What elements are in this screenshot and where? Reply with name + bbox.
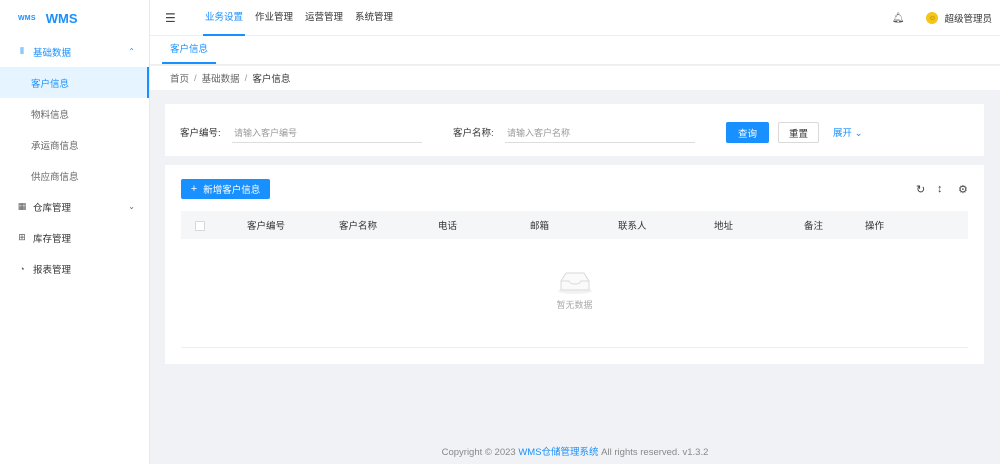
sidebar: WMS WMS ⦀ 基础数据 ⌃ 客户信息 物料信息 承运商信息 供应商信息 ▦… xyxy=(0,0,150,464)
reset-button[interactable]: 重置 xyxy=(778,122,819,143)
chevron-up-icon: ⌃ xyxy=(128,47,135,56)
sidebar-item-inventory[interactable]: ⊞ 库存管理 xyxy=(0,222,149,253)
settings-icon[interactable]: ⚙ xyxy=(958,183,968,196)
breadcrumb-home[interactable]: 首页 xyxy=(170,71,189,85)
column-header[interactable]: 电话 xyxy=(438,218,457,232)
density-icon[interactable]: ↕ xyxy=(937,183,943,195)
sidebar-item-label: 基础数据 xyxy=(33,47,72,59)
column-header[interactable]: 地址 xyxy=(714,218,733,232)
column-header[interactable]: 客户名称 xyxy=(339,218,377,232)
top-menu-item-management[interactable]: 运营管理 xyxy=(299,0,349,36)
avatar[interactable]: ☺ xyxy=(926,12,939,24)
submenu-basic-data: 客户信息 物料信息 承运商信息 供应商信息 xyxy=(0,67,149,191)
column-header[interactable]: 邮箱 xyxy=(530,218,549,232)
sidebar-item-warehouse[interactable]: ▦ 仓库管理 ⌄ xyxy=(0,191,149,222)
sidebar-item-basic-data[interactable]: ⦀ 基础数据 ⌃ xyxy=(0,36,149,67)
tab-customer-info[interactable]: 客户信息 xyxy=(162,36,217,64)
expand-label: 展开 xyxy=(833,128,853,139)
column-header[interactable]: 备注 xyxy=(804,218,823,232)
column-header[interactable]: 客户编号 xyxy=(247,218,285,232)
column-header[interactable]: 联系人 xyxy=(618,218,647,232)
footer-copyright: Copyright © 2023 xyxy=(441,447,519,458)
add-customer-button[interactable]: + 新增客户信息 xyxy=(181,179,270,199)
logo[interactable]: WMS WMS xyxy=(0,0,149,36)
customer-name-input[interactable]: 请输入客户名称 xyxy=(505,123,695,143)
sidebar-item-label: 物料信息 xyxy=(31,109,70,121)
page-tabs: 客户信息 xyxy=(150,36,1000,65)
empty-state: 暂无数据 xyxy=(165,269,984,311)
sidebar-item-customer-info[interactable]: 客户信息 xyxy=(0,67,149,98)
table-header: 客户编号 客户名称 电话 邮箱 联系人 地址 备注 操作 xyxy=(181,211,968,239)
reload-icon[interactable]: ↻ xyxy=(916,183,925,196)
bell-icon[interactable]: 🔔︎ xyxy=(892,13,905,24)
data-icon: ⦀ xyxy=(20,46,24,56)
top-menu-item-business[interactable]: 业务设置 xyxy=(199,0,249,36)
top-menu: 业务设置 作业管理 运营管理 系统管理 xyxy=(199,0,399,36)
table-card: + 新增客户信息 ↻ ↕ ⚙ 客户编号 客户名称 电话 邮箱 联系人 地址 备注… xyxy=(165,165,984,364)
inventory-icon: ⊞ xyxy=(18,232,26,242)
sidebar-item-supplier-info[interactable]: 供应商信息 xyxy=(0,160,149,191)
logo-mark: WMS xyxy=(18,14,36,22)
search-form: 客户编号: 请输入客户编号 客户名称: 请输入客户名称 查询 重置 展开 ⌄ xyxy=(165,104,984,156)
customer-name-label: 客户名称: xyxy=(453,128,494,139)
footer-brand-link[interactable]: WMS仓储管理系统 xyxy=(518,447,598,458)
column-header: 操作 xyxy=(865,221,885,232)
chevron-down-icon: ⌄ xyxy=(128,202,135,211)
top-menu-item-operations[interactable]: 作业管理 xyxy=(249,0,299,36)
expand-link[interactable]: 展开 ⌄ xyxy=(833,125,863,139)
customer-code-label: 客户编号: xyxy=(180,128,221,139)
breadcrumb-separator: / xyxy=(244,72,248,84)
chevron-down-icon: ⌄ xyxy=(854,128,863,139)
top-menu-item-system[interactable]: 系统管理 xyxy=(349,0,399,36)
sidebar-item-label: 仓库管理 xyxy=(33,202,72,214)
breadcrumb-separator: / xyxy=(194,72,197,84)
user-name[interactable]: 超级管理员 xyxy=(944,11,992,25)
empty-box-icon xyxy=(557,272,592,294)
customer-code-input[interactable]: 请输入客户编号 xyxy=(232,123,422,143)
sidebar-item-label: 供应商信息 xyxy=(31,171,79,183)
sidebar-item-report[interactable]: ◔ 报表管理 xyxy=(0,253,149,284)
menu-fold-icon[interactable]: ☰ xyxy=(165,11,179,25)
sidebar-item-material-info[interactable]: 物料信息 xyxy=(0,98,149,129)
sidebar-item-carrier-info[interactable]: 承运商信息 xyxy=(0,129,149,160)
query-button[interactable]: 查询 xyxy=(726,122,769,143)
divider xyxy=(181,347,968,348)
breadcrumb: 首页 / 基础数据 / 客户信息 xyxy=(150,66,1000,90)
sidebar-item-label: 库存管理 xyxy=(33,233,72,245)
add-customer-label: 新增客户信息 xyxy=(203,185,261,196)
warehouse-icon: ▦ xyxy=(17,201,27,211)
select-all-checkbox[interactable] xyxy=(195,221,205,231)
sidebar-item-label: 报表管理 xyxy=(33,264,72,276)
breadcrumb-basic-data[interactable]: 基础数据 xyxy=(202,71,240,85)
breadcrumb-current: 客户信息 xyxy=(252,74,291,85)
footer-rights: All rights reserved. v1.3.2 xyxy=(598,447,709,458)
sidebar-item-label: 承运商信息 xyxy=(31,140,79,152)
report-icon: ◔ xyxy=(19,263,25,274)
plus-icon: + xyxy=(190,183,198,195)
empty-text: 暂无数据 xyxy=(556,300,593,310)
sidebar-item-label: 客户信息 xyxy=(31,78,70,90)
top-header: ☰ 业务设置 作业管理 运营管理 系统管理 🔔︎ ☺ 超级管理员 xyxy=(150,0,1000,36)
app-title: WMS xyxy=(45,10,78,26)
header-right: 🔔︎ ☺ 超级管理员 xyxy=(892,0,992,36)
footer: Copyright © 2023 WMS仓储管理系统 All rights re… xyxy=(150,444,1000,458)
